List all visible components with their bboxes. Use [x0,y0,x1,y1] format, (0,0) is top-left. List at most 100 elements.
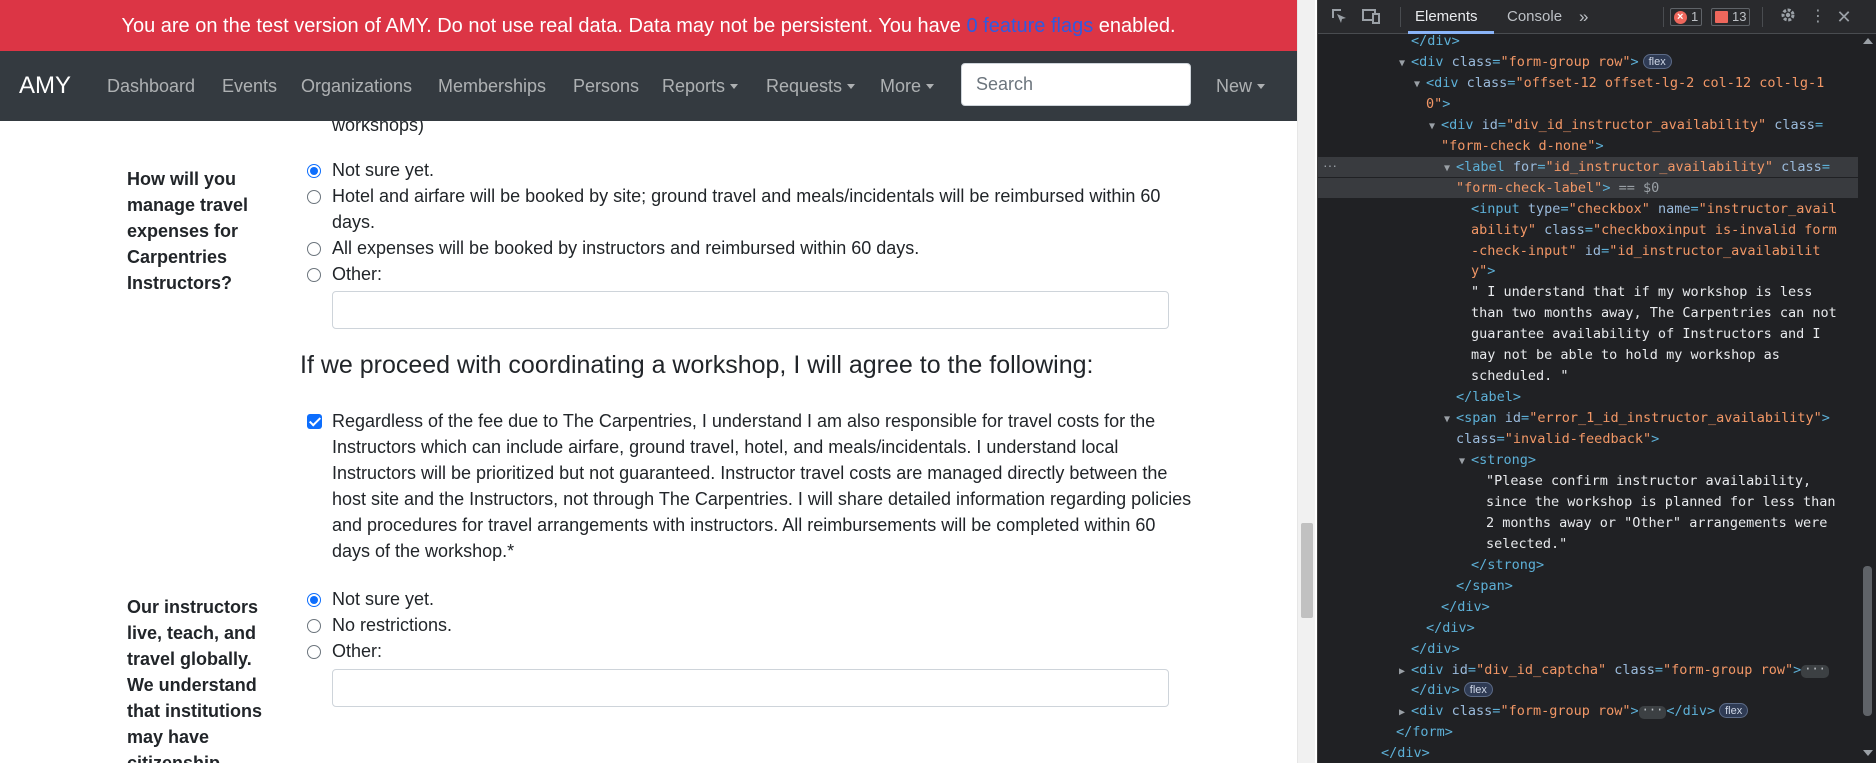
caret-down-icon [1257,84,1266,89]
inspect-element-icon[interactable] [1328,6,1350,28]
nav-new-dropdown[interactable]: New [1216,51,1266,121]
question-line: We understand [127,675,257,695]
dom-node-line[interactable]: ▼ <div id="div_id_instructor_availability… [1429,115,1823,135]
dom-node-line[interactable]: </div> [1411,34,1460,51]
brand-logo[interactable]: AMY [19,51,71,121]
scroll-down-arrow-icon[interactable] [1863,750,1873,756]
dom-node-line[interactable]: 0"> [1426,94,1450,114]
dom-node-line[interactable]: </div> [1381,743,1430,763]
restrictions-other-input[interactable] [332,669,1169,707]
radio-button[interactable] [307,593,321,607]
issues-count-badge[interactable]: 13 [1711,8,1751,26]
issue-count: 13 [1732,9,1747,24]
dom-node-line[interactable]: "Please confirm instructor availability, [1486,471,1811,491]
tab-elements[interactable]: Elements [1415,0,1478,34]
scroll-up-arrow-icon[interactable] [1863,38,1873,44]
expand-triangle-closed-icon[interactable]: ▶ [1399,703,1411,723]
row-options-ellipsis-icon[interactable]: ··· [1323,158,1337,172]
page-scrollbar-thumb[interactable] [1301,523,1313,618]
dom-node-line[interactable]: ▼ <span id="error_1_id_instructor_availab… [1444,408,1830,428]
dom-node-line[interactable]: -check-input" id="id_instructor_availabi… [1471,241,1821,261]
dom-node-line[interactable]: guarantee availability of Instructors an… [1471,324,1821,344]
travel-other-input[interactable] [332,291,1169,329]
expand-triangle-open-icon[interactable]: ▼ [1414,75,1426,95]
devtools-scrollbar[interactable] [1858,34,1876,763]
dom-node-line[interactable]: </span> [1456,576,1513,596]
expand-triangle-open-icon[interactable]: ▼ [1399,54,1411,74]
settings-gear-icon[interactable] [1777,6,1799,28]
device-toolbar-icon[interactable] [1360,6,1382,28]
dom-node-line[interactable]: scheduled. " [1471,366,1569,386]
dom-node-line[interactable]: selected." [1486,534,1567,554]
dom-node-line[interactable]: ▶ <div class="form-group row"> ··· </div> fl… [1399,701,1749,723]
radio-button[interactable] [307,268,321,282]
dom-node-line[interactable]: " I understand that if my workshop is le… [1471,282,1812,302]
expand-triangle-closed-icon[interactable]: ▶ [1399,662,1411,682]
flex-badge[interactable]: flex [1719,703,1749,719]
expand-triangle-open-icon[interactable]: ▼ [1459,452,1471,472]
request-form: workshops) How will you manage travel ex… [0,121,1297,763]
radio-button[interactable] [307,619,321,633]
nav-reports-dropdown[interactable]: Reports [662,51,739,121]
collapsed-children-ellipsis-icon[interactable]: ··· [1801,663,1829,678]
expand-triangle-open-icon[interactable]: ▼ [1429,117,1441,137]
nav-dashboard[interactable]: Dashboard [107,51,195,121]
agreement-checkbox[interactable] [307,414,322,429]
dom-node-line[interactable]: </label> [1456,387,1521,407]
feature-flags-link[interactable]: 0 feature flags [966,15,1093,37]
nav-requests-dropdown[interactable]: Requests [766,51,856,121]
expand-triangle-open-icon[interactable]: ▼ [1444,159,1456,179]
tab-console[interactable]: Console [1507,0,1562,34]
dom-node-line[interactable]: may not be able to hold my workshop as [1471,345,1780,365]
agreement-text-line: Instructors which can include airfare, g… [332,437,1119,457]
nav-organizations[interactable]: Organizations [301,51,412,121]
option-label: Not sure yet. [332,589,435,609]
question-line: travel globally. [127,649,252,669]
dom-node-line[interactable]: </div> [1441,597,1490,617]
page-scrollbar[interactable] [1297,0,1315,763]
radio-button[interactable] [307,645,321,659]
collapsed-children-ellipsis-icon[interactable]: ··· [1638,704,1667,720]
dom-node-line[interactable]: ▼ <div class="offset-12 offset-lg-2 col-1… [1414,73,1824,93]
dom-tree[interactable]: </div> ▼ <div class="form-group row"> flex ▼… [1318,34,1858,763]
dom-node-line[interactable]: </form> [1396,722,1453,742]
dom-node-line[interactable]: since the workshop is planned for less t… [1486,492,1836,512]
flex-badge[interactable]: flex [1642,53,1672,69]
devtools-scrollbar-thumb[interactable] [1863,566,1872,716]
dom-node-line[interactable]: </strong> [1471,555,1544,575]
more-tabs-chevron-icon[interactable]: » [1579,0,1588,34]
more-options-kebab-icon[interactable]: ⋮ [1807,6,1829,28]
dom-node-line[interactable]: class="invalid-feedback"> [1456,429,1659,449]
nav-memberships[interactable]: Memberships [438,51,546,121]
dom-node-line[interactable]: <input type="checkbox" name="instructor_… [1471,199,1837,219]
dom-node-line[interactable]: </div> [1411,639,1460,659]
search-input[interactable] [961,63,1191,106]
dom-node-line[interactable]: 2 months away or "Other" arrangements we… [1486,513,1827,533]
radio-button[interactable] [307,242,321,256]
radio-button[interactable] [307,164,321,178]
dom-node-line[interactable]: </div> [1426,618,1475,638]
error-count-badge[interactable]: 1 [1670,8,1703,26]
radio-button[interactable] [307,190,321,204]
nav-persons[interactable]: Persons [573,51,639,121]
dom-node-line[interactable]: ▼ <strong> [1459,450,1536,470]
browser-page: workshops) How will you manage travel ex… [0,0,1297,763]
nav-events[interactable]: Events [222,51,277,121]
dom-node-line[interactable]: </div> flex [1411,680,1493,700]
agreement-text-line: Regardless of the fee due to The Carpent… [332,411,1156,431]
option-label: Hotel and airfare will be booked by site… [332,186,1161,206]
top-navbar: AMY Dashboard Events Organizations Membe… [0,51,1297,121]
dom-node-line[interactable]: than two months away, The Carpentries ca… [1471,303,1837,323]
dom-node-line[interactable]: "form-check d-none"> [1441,136,1604,156]
flex-badge[interactable]: flex [1463,682,1493,698]
option-label: days. [332,212,376,232]
expand-triangle-open-icon[interactable]: ▼ [1444,410,1456,430]
dom-node-line[interactable]: ability" class="checkboxinput is-invalid… [1471,220,1837,240]
dom-node-line[interactable]: ▶ <div id="div_id_captcha" class="form-gr… [1399,660,1829,680]
close-devtools-icon[interactable]: ✕ [1833,6,1855,28]
dom-node-line[interactable]: ▼ <label for="id_instructor_availability"… [1318,156,1858,179]
dom-node-line[interactable]: ▼ <div class="form-group row"> flex [1399,52,1672,72]
dom-node-line[interactable]: "form-check-label"> == $0 [1318,177,1858,198]
nav-more-dropdown[interactable]: More [880,51,935,121]
dom-node-line[interactable]: y"> [1471,261,1495,281]
